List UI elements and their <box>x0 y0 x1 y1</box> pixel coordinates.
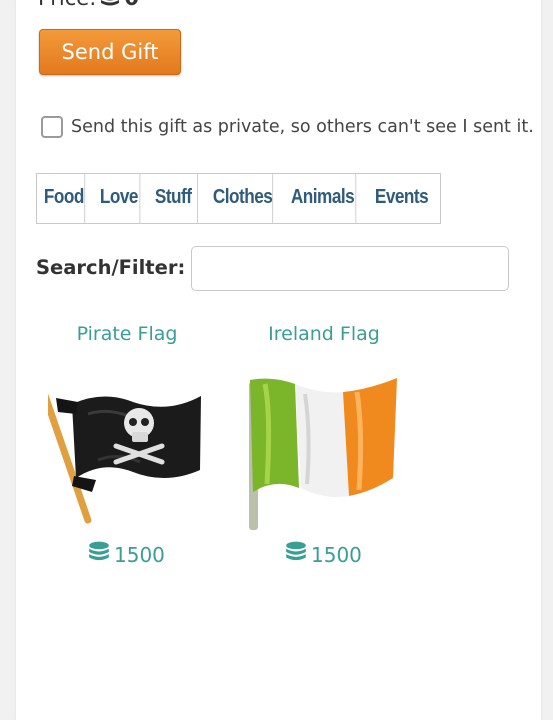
price-line: Price: 0 <box>38 0 139 10</box>
private-checkbox[interactable] <box>41 116 63 138</box>
tab-events[interactable]: Events <box>368 174 430 223</box>
pirate-flag-icon[interactable] <box>48 380 208 528</box>
gift-price: 1500 <box>88 540 165 569</box>
tab-food[interactable]: Food <box>37 174 86 223</box>
price-value: 0 <box>124 0 139 10</box>
coins-icon <box>285 540 307 569</box>
coins-icon <box>100 0 120 9</box>
gift-price: 1500 <box>285 540 362 569</box>
private-option: Send this gift as private, so others can… <box>41 116 534 138</box>
search-input[interactable] <box>191 246 509 291</box>
gift-item[interactable]: Ireland Flag <box>229 323 419 345</box>
tab-clothes[interactable]: Clothes <box>206 174 274 223</box>
coins-icon <box>88 540 110 569</box>
search-label: Search/Filter: <box>36 256 186 279</box>
gift-panel <box>16 0 541 720</box>
gift-name[interactable]: Pirate Flag <box>32 323 222 345</box>
price-label: Price: <box>38 0 96 10</box>
private-label: Send this gift as private, so others can… <box>71 117 534 137</box>
gift-name[interactable]: Ireland Flag <box>229 323 419 345</box>
gift-item[interactable]: Pirate Flag <box>32 323 222 345</box>
send-gift-button[interactable]: Send Gift <box>39 29 181 75</box>
gift-price-value: 1500 <box>311 542 362 567</box>
ireland-flag-icon[interactable] <box>245 374 405 532</box>
category-tabs: Food Love Stuff Clothes Animals Events <box>36 173 441 224</box>
tab-love[interactable]: Love <box>93 174 141 223</box>
tab-animals[interactable]: Animals <box>284 174 357 223</box>
tab-stuff[interactable]: Stuff <box>148 174 198 223</box>
gift-price-value: 1500 <box>114 542 165 567</box>
